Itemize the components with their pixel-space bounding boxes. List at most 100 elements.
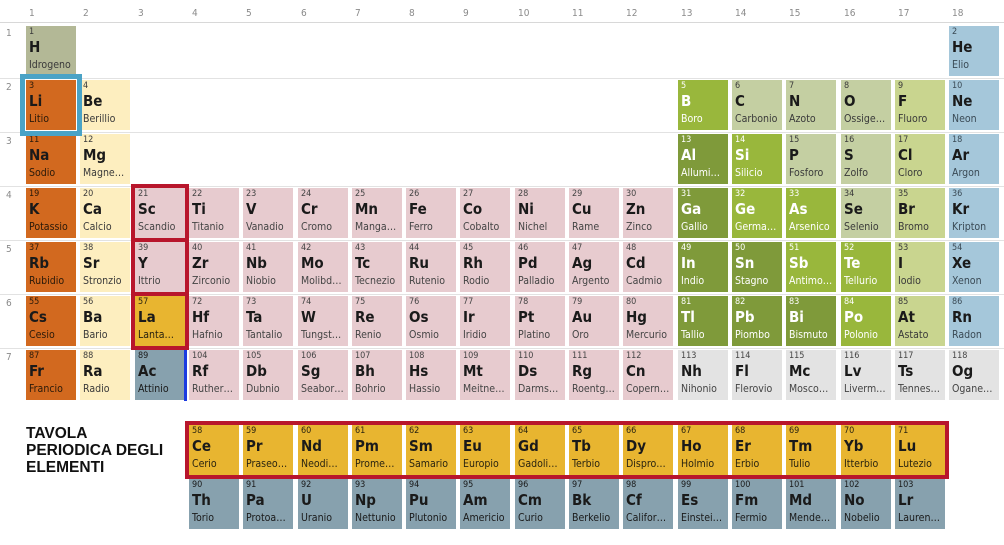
element-co[interactable]: 27 Co Cobalto — [460, 188, 510, 238]
element-eu[interactable]: 63 Eu Europio — [460, 425, 510, 475]
element-mo[interactable]: 42 Mo Molibd… — [298, 242, 348, 292]
element-br[interactable]: 35 Br Bromo — [895, 188, 945, 238]
element-es[interactable]: 99 Es Einstei… — [678, 479, 728, 529]
element-sn[interactable]: 50 Sn Stagno — [732, 242, 782, 292]
element-ti[interactable]: 22 Ti Titanio — [189, 188, 239, 238]
element-nh[interactable]: 113 Nh Nihonio — [678, 350, 728, 400]
element-pd[interactable]: 46 Pd Palladio — [515, 242, 565, 292]
element-u[interactable]: 92 U Uranio — [298, 479, 348, 529]
element-y[interactable]: 39 Y Ittrio — [135, 242, 185, 292]
element-cu[interactable]: 29 Cu Rame — [569, 188, 619, 238]
element-lu[interactable]: 71 Lu Lutezio — [895, 425, 945, 475]
element-tb[interactable]: 65 Tb Terbio — [569, 425, 619, 475]
element-pu[interactable]: 94 Pu Plutonio — [406, 479, 456, 529]
element-mg[interactable]: 12 Mg Magne… — [80, 134, 130, 184]
element-rn[interactable]: 86 Rn Radon — [949, 296, 999, 346]
element-o[interactable]: 8 O Ossige… — [841, 80, 891, 130]
element-ho[interactable]: 67 Ho Holmio — [678, 425, 728, 475]
element-cf[interactable]: 98 Cf Califor… — [623, 479, 673, 529]
element-ds[interactable]: 110 Ds Darms… — [515, 350, 565, 400]
element-tm[interactable]: 69 Tm Tulio — [786, 425, 836, 475]
element-as[interactable]: 33 As Arsenico — [786, 188, 836, 238]
element-ag[interactable]: 47 Ag Argento — [569, 242, 619, 292]
element-la[interactable]: 57 La Lanta… — [135, 296, 185, 346]
element-v[interactable]: 23 V Vanadio — [243, 188, 293, 238]
element-ce[interactable]: 58 Ce Cerio — [189, 425, 239, 475]
element-rf[interactable]: 104 Rf Ruther… — [189, 350, 239, 400]
element-fl[interactable]: 114 Fl Flerovio — [732, 350, 782, 400]
element-am[interactable]: 95 Am Americio — [460, 479, 510, 529]
element-b[interactable]: 5 B Boro — [678, 80, 728, 130]
element-tc[interactable]: 43 Tc Tecnezio — [352, 242, 402, 292]
element-ne[interactable]: 10 Ne Neon — [949, 80, 999, 130]
element-re[interactable]: 75 Re Renio — [352, 296, 402, 346]
element-ni[interactable]: 28 Ni Nichel — [515, 188, 565, 238]
element-db[interactable]: 105 Db Dubnio — [243, 350, 293, 400]
element-ta[interactable]: 73 Ta Tantalio — [243, 296, 293, 346]
element-sc[interactable]: 21 Sc Scandio — [135, 188, 185, 238]
element-gd[interactable]: 64 Gd Gadoli… — [515, 425, 565, 475]
element-cm[interactable]: 96 Cm Curio — [515, 479, 565, 529]
element-pb[interactable]: 82 Pb Piombo — [732, 296, 782, 346]
element-po[interactable]: 84 Po Polonio — [841, 296, 891, 346]
element-rb[interactable]: 37 Rb Rubidio — [26, 242, 76, 292]
element-tl[interactable]: 81 Tl Tallio — [678, 296, 728, 346]
element-no[interactable]: 102 No Nobelio — [841, 479, 891, 529]
element-au[interactable]: 79 Au Oro — [569, 296, 619, 346]
element-pr[interactable]: 59 Pr Praseo… — [243, 425, 293, 475]
element-li[interactable]: 3 Li Litio — [26, 80, 76, 130]
element-cl[interactable]: 17 Cl Cloro — [895, 134, 945, 184]
element-pa[interactable]: 91 Pa Protoa… — [243, 479, 293, 529]
element-pt[interactable]: 78 Pt Platino — [515, 296, 565, 346]
element-hg[interactable]: 80 Hg Mercurio — [623, 296, 673, 346]
element-ac[interactable]: 89 Ac Attinio — [135, 350, 185, 400]
element-ga[interactable]: 31 Ga Gallio — [678, 188, 728, 238]
element-ba[interactable]: 56 Ba Bario — [80, 296, 130, 346]
element-ir[interactable]: 77 Ir Iridio — [460, 296, 510, 346]
element-s[interactable]: 16 S Zolfo — [841, 134, 891, 184]
element-bk[interactable]: 97 Bk Berkelio — [569, 479, 619, 529]
element-n[interactable]: 7 N Azoto — [786, 80, 836, 130]
element-at[interactable]: 85 At Astato — [895, 296, 945, 346]
element-sg[interactable]: 106 Sg Seabor… — [298, 350, 348, 400]
element-te[interactable]: 52 Te Tellurio — [841, 242, 891, 292]
element-nb[interactable]: 41 Nb Niobio — [243, 242, 293, 292]
element-se[interactable]: 34 Se Selenio — [841, 188, 891, 238]
element-nd[interactable]: 60 Nd Neodi… — [298, 425, 348, 475]
element-k[interactable]: 19 K Potassio — [26, 188, 76, 238]
element-bh[interactable]: 107 Bh Bohrio — [352, 350, 402, 400]
element-er[interactable]: 68 Er Erbio — [732, 425, 782, 475]
element-in[interactable]: 49 In Indio — [678, 242, 728, 292]
element-ra[interactable]: 88 Ra Radio — [80, 350, 130, 400]
element-mn[interactable]: 25 Mn Manga… — [352, 188, 402, 238]
element-hf[interactable]: 72 Hf Hafnio — [189, 296, 239, 346]
element-hs[interactable]: 108 Hs Hassio — [406, 350, 456, 400]
element-ts[interactable]: 117 Ts Tennes… — [895, 350, 945, 400]
element-bi[interactable]: 83 Bi Bismuto — [786, 296, 836, 346]
element-al[interactable]: 13 Al Allumi… — [678, 134, 728, 184]
element-cd[interactable]: 48 Cd Cadmio — [623, 242, 673, 292]
element-cn[interactable]: 112 Cn Copern… — [623, 350, 673, 400]
element-fe[interactable]: 26 Fe Ferro — [406, 188, 456, 238]
element-na[interactable]: 11 Na Sodio — [26, 134, 76, 184]
element-mc[interactable]: 115 Mc Mosco… — [786, 350, 836, 400]
element-c[interactable]: 6 C Carbonio — [732, 80, 782, 130]
element-np[interactable]: 93 Np Nettunio — [352, 479, 402, 529]
element-si[interactable]: 14 Si Silicio — [732, 134, 782, 184]
element-zr[interactable]: 40 Zr Zirconio — [189, 242, 239, 292]
element-rg[interactable]: 111 Rg Roentg… — [569, 350, 619, 400]
element-lr[interactable]: 103 Lr Lauren… — [895, 479, 945, 529]
element-fr[interactable]: 87 Fr Francio — [26, 350, 76, 400]
element-xe[interactable]: 54 Xe Xenon — [949, 242, 999, 292]
element-fm[interactable]: 100 Fm Fermio — [732, 479, 782, 529]
element-p[interactable]: 15 P Fosforo — [786, 134, 836, 184]
element-yb[interactable]: 70 Yb Itterbio — [841, 425, 891, 475]
element-lv[interactable]: 116 Lv Liverm… — [841, 350, 891, 400]
element-sm[interactable]: 62 Sm Samario — [406, 425, 456, 475]
element-og[interactable]: 118 Og Ogane… — [949, 350, 999, 400]
element-he[interactable]: 2 He Elio — [949, 26, 999, 76]
element-md[interactable]: 101 Md Mende… — [786, 479, 836, 529]
element-f[interactable]: 9 F Fluoro — [895, 80, 945, 130]
element-be[interactable]: 4 Be Berillio — [80, 80, 130, 130]
element-cs[interactable]: 55 Cs Cesio — [26, 296, 76, 346]
